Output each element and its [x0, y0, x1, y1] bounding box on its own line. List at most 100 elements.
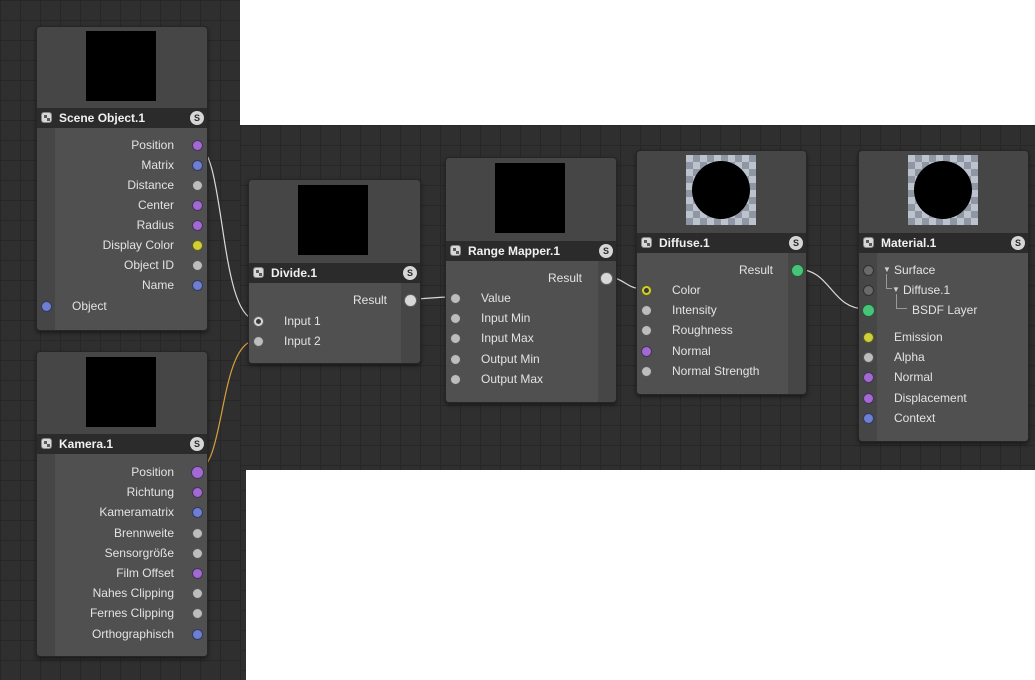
result-output-port[interactable] — [600, 272, 613, 285]
display-color-output-port[interactable] — [192, 240, 203, 251]
input-min-input-port[interactable] — [450, 313, 461, 325]
port-row-intensity[interactable]: Intensity — [637, 300, 806, 320]
port-row-input-max[interactable]: Input Max — [446, 328, 616, 348]
port-row-context[interactable]: Context — [859, 408, 1028, 428]
port-row-input-min[interactable]: Input Min — [446, 308, 616, 328]
material-node[interactable]: Material.1 S ▼ Surface ▼ Diffuse.1 BSDF … — [858, 150, 1029, 442]
port-row-roughness[interactable]: Roughness — [637, 320, 806, 340]
port-row-matrix[interactable]: Matrix — [37, 155, 207, 175]
nahes-clipping-output-port[interactable] — [192, 588, 203, 600]
input-2-input-port[interactable] — [253, 336, 264, 347]
alpha-input-port[interactable] — [863, 352, 874, 364]
roughness-input-port[interactable] — [641, 325, 652, 337]
port-row-brennweite[interactable]: Brennweite — [37, 523, 207, 543]
port-row-normal-strength[interactable]: Normal Strength — [637, 361, 806, 381]
context-input-port[interactable] — [863, 412, 874, 424]
fernes-clipping-output-port[interactable] — [192, 608, 203, 620]
output-max-input-port[interactable] — [450, 373, 461, 385]
surface-tree-row[interactable]: BSDF Layer — [859, 294, 1028, 320]
position-output-port[interactable] — [192, 140, 203, 151]
surface-tree-row[interactable]: ▼ Surface — [859, 260, 1028, 280]
divide-result-row[interactable]: Result — [249, 290, 420, 310]
orthographisch-output-port[interactable] — [192, 628, 203, 640]
port-row-film-offset[interactable]: Film Offset — [37, 563, 207, 583]
port-row-radius[interactable]: Radius — [37, 215, 207, 235]
range-mapper-node[interactable]: Range Mapper.1 S Result Value Input Min In… — [445, 157, 617, 403]
surface-input-port[interactable] — [863, 265, 874, 276]
port-row-output-min[interactable]: Output Min — [446, 349, 616, 369]
port-row-object[interactable]: Object — [37, 296, 207, 316]
port-row-displacement[interactable]: Displacement — [859, 388, 1028, 408]
node-header[interactable]: Divide.1 S — [249, 263, 420, 283]
brennweite-output-port[interactable] — [192, 527, 203, 539]
kamera-node[interactable]: Kamera.1 S Position Richtung Kameramatrix B… — [36, 351, 208, 657]
node-header[interactable]: Material.1 S — [859, 233, 1028, 253]
solo-icon[interactable]: S — [1011, 236, 1025, 250]
port-row-sensorgro-e[interactable]: Sensorgröße — [37, 543, 207, 563]
port-row-output-max[interactable]: Output Max — [446, 369, 616, 389]
surface-tree-row[interactable]: ▼ Diffuse.1 — [859, 274, 1028, 300]
port-row-nahes-clipping[interactable]: Nahes Clipping — [37, 583, 207, 603]
normal-input-port[interactable] — [641, 345, 652, 357]
divide-node[interactable]: Divide.1 S Result Input 1 Input 2 — [248, 179, 421, 364]
port-row-orthographisch[interactable]: Orthographisch — [37, 624, 207, 644]
port-row-name[interactable]: Name — [37, 275, 207, 295]
node-header[interactable]: Diffuse.1 S — [637, 233, 806, 253]
sensorgro-e-output-port[interactable] — [192, 547, 203, 559]
distance-output-port[interactable] — [192, 180, 203, 191]
range-mapper-result-row[interactable]: Result — [446, 268, 616, 288]
displacement-input-port[interactable] — [863, 392, 874, 404]
port-row-kameramatrix[interactable]: Kameramatrix — [37, 502, 207, 522]
port-row-normal[interactable]: Normal — [859, 367, 1028, 387]
emission-input-port[interactable] — [863, 332, 874, 343]
normal-input-port[interactable] — [863, 372, 874, 384]
value-input-port[interactable] — [450, 293, 461, 304]
port-row-color[interactable]: Color — [637, 280, 806, 300]
object-input-port[interactable] — [41, 301, 52, 312]
port-row-normal[interactable]: Normal — [637, 341, 806, 361]
port-row-position[interactable]: Position — [37, 135, 207, 155]
port-row-richtung[interactable]: Richtung — [37, 482, 207, 502]
kameramatrix-output-port[interactable] — [192, 507, 203, 519]
result-output-port[interactable] — [791, 264, 804, 277]
scene-object-node[interactable]: Scene Object.1 S Position Matrix Distance C… — [36, 26, 208, 331]
intensity-input-port[interactable] — [641, 305, 652, 317]
film-offset-output-port[interactable] — [192, 568, 203, 579]
port-row-input-2[interactable]: Input 2 — [249, 331, 420, 351]
bsdf-layer-input-port[interactable] — [862, 304, 875, 317]
node-header[interactable]: Kamera.1 S — [37, 434, 207, 454]
port-row-input-1[interactable]: Input 1 — [249, 311, 420, 331]
center-output-port[interactable] — [192, 200, 203, 211]
diffuse-result-row[interactable]: Result — [637, 260, 806, 280]
port-row-object-id[interactable]: Object ID — [37, 255, 207, 275]
position-output-port[interactable] — [191, 466, 204, 479]
input-1-input-port[interactable] — [253, 316, 264, 327]
normal-strength-input-port[interactable] — [641, 365, 652, 377]
result-output-port[interactable] — [404, 294, 417, 307]
richtung-output-port[interactable] — [192, 487, 203, 499]
diffuse-node[interactable]: Diffuse.1 S Result Color Intensity Roughne… — [636, 150, 807, 395]
object-id-output-port[interactable] — [192, 260, 203, 271]
name-output-port[interactable] — [192, 280, 203, 291]
port-row-value[interactable]: Value — [446, 288, 616, 308]
port-row-emission[interactable]: Emission — [859, 327, 1028, 347]
input-max-input-port[interactable] — [450, 333, 461, 345]
node-canvas-bottom-strip[interactable] — [240, 470, 246, 680]
solo-icon[interactable]: S — [403, 266, 417, 280]
solo-icon[interactable]: S — [599, 244, 613, 258]
port-row-position[interactable]: Position — [37, 462, 207, 482]
solo-icon[interactable]: S — [789, 236, 803, 250]
solo-icon[interactable]: S — [190, 437, 204, 451]
port-row-alpha[interactable]: Alpha — [859, 347, 1028, 367]
matrix-output-port[interactable] — [192, 160, 203, 171]
solo-icon[interactable]: S — [190, 111, 204, 125]
output-min-input-port[interactable] — [450, 353, 461, 365]
radius-output-port[interactable] — [192, 220, 203, 231]
node-header[interactable]: Scene Object.1 S — [37, 108, 207, 128]
port-row-distance[interactable]: Distance — [37, 175, 207, 195]
port-row-center[interactable]: Center — [37, 195, 207, 215]
diffuse-layer-input-port[interactable] — [863, 285, 874, 296]
port-row-fernes-clipping[interactable]: Fernes Clipping — [37, 603, 207, 623]
port-row-display-color[interactable]: Display Color — [37, 235, 207, 255]
color-input-port[interactable] — [641, 285, 652, 296]
